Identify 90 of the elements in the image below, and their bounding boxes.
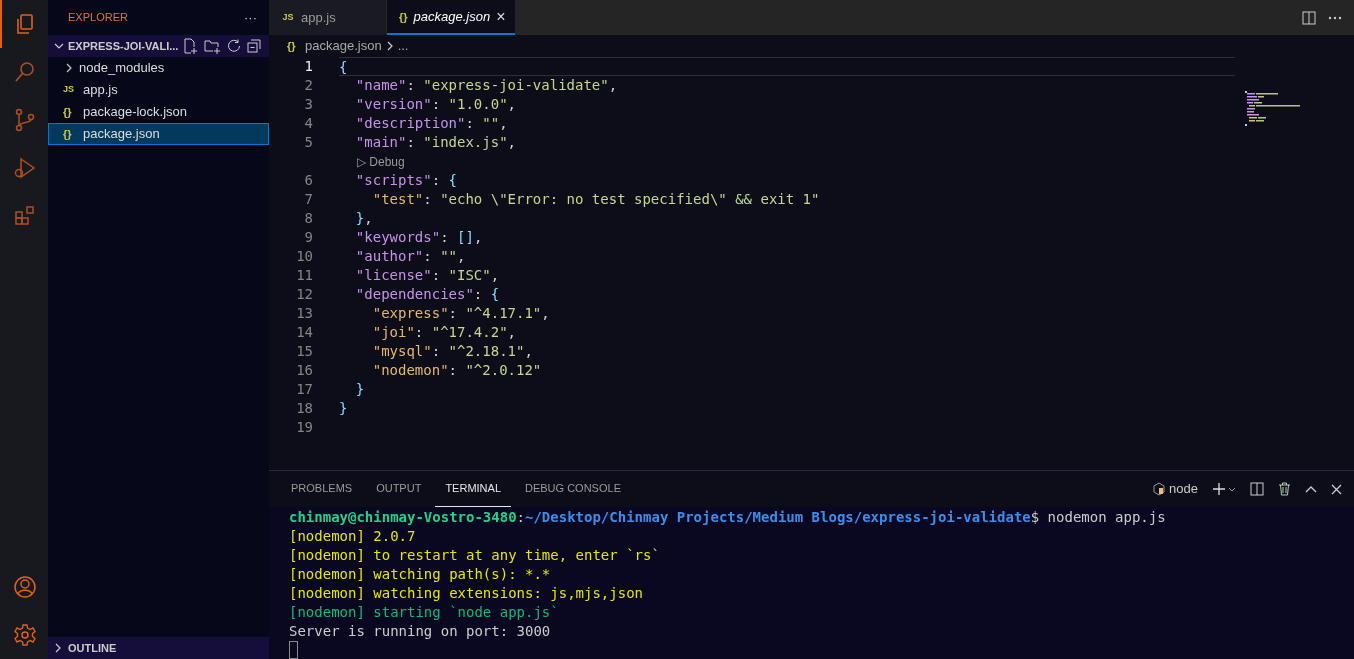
json-file-icon: {} — [287, 37, 301, 55]
more-button[interactable]: ··· — [244, 7, 257, 28]
code-line: } — [354, 380, 366, 399]
terminal-line: [nodemon] watching path(s): *.* — [289, 565, 552, 584]
breadcrumb-item[interactable]: ... — [397, 36, 409, 56]
chevron-right-icon — [65, 63, 73, 73]
js-file-icon: JS — [63, 83, 77, 97]
panel-tab[interactable]: PROBLEMS — [281, 471, 363, 507]
chevron-down-icon — [54, 42, 64, 50]
code-line: { — [339, 57, 1235, 76]
line-number: 17 — [295, 380, 313, 399]
line-number: 3 — [303, 95, 313, 114]
sidebar-title: EXPLORER — [68, 10, 128, 26]
chevron-up-icon[interactable] — [1305, 485, 1317, 493]
close-icon[interactable] — [1331, 483, 1342, 495]
terminal-line: [nodemon] 2.0.7 — [289, 527, 417, 546]
line-number: 7 — [303, 190, 313, 209]
code-line: "name": "express-joi-validate", — [354, 76, 619, 95]
editor-tab[interactable]: JS app.js — [269, 0, 387, 35]
code-line: } — [339, 399, 349, 418]
line-number: 13 — [295, 304, 313, 323]
source-control-icon[interactable] — [13, 108, 37, 132]
tree-item[interactable]: JS app.js — [48, 79, 269, 101]
terminal-cube-icon — [1153, 482, 1166, 496]
json-file-icon: {} — [63, 125, 77, 143]
line-number: 9 — [303, 228, 313, 247]
more-icon[interactable] — [1328, 15, 1342, 20]
extensions-icon[interactable] — [13, 204, 37, 228]
search-icon[interactable] — [13, 60, 37, 84]
code-line: "description": "", — [354, 114, 509, 133]
line-number: 18 — [295, 399, 313, 418]
panel-tab[interactable]: TERMINAL — [435, 471, 511, 507]
line-number: 2 — [303, 76, 313, 95]
terminal-line: [nodemon] starting `node app.js` — [289, 603, 560, 622]
tree-item[interactable]: {} package-lock.json — [48, 101, 269, 123]
line-number: 4 — [303, 114, 313, 133]
code-line: "mysql": "^2.18.1", — [371, 342, 534, 361]
debug-codelens[interactable]: ▷ Debug — [357, 152, 405, 171]
code-line: "author": "", — [354, 247, 467, 266]
chevron-right-icon — [385, 41, 394, 51]
code-line: "license": "ISC", — [354, 266, 501, 285]
panel-tab[interactable]: OUTPUT — [366, 471, 432, 507]
chevron-right-icon — [54, 643, 62, 653]
code-line: "main": "index.js", — [354, 133, 518, 152]
tree-item[interactable]: node_modules — [48, 57, 269, 79]
new-folder-icon[interactable] — [204, 38, 221, 54]
line-number: 6 — [303, 171, 313, 190]
line-number: 14 — [295, 323, 313, 342]
line-number: 12 — [295, 285, 313, 304]
collapse-all-icon[interactable] — [247, 39, 261, 53]
line-number: 15 — [295, 342, 313, 361]
line-number: 16 — [295, 361, 313, 380]
split-terminal-icon[interactable] — [1250, 482, 1264, 496]
line-number: 8 — [303, 209, 313, 228]
code-line: "express": "^4.17.1", — [371, 304, 551, 323]
breadcrumb-item[interactable]: package.json — [305, 36, 382, 56]
code-line: "keywords": [], — [354, 228, 484, 247]
run-debug-icon[interactable] — [13, 156, 37, 180]
line-number: 10 — [295, 247, 313, 266]
line-number: 11 — [295, 266, 313, 285]
line-number: 19 — [295, 418, 313, 437]
trash-icon[interactable] — [1278, 482, 1291, 496]
json-file-icon: {} — [63, 103, 77, 121]
refresh-icon[interactable] — [227, 39, 241, 53]
terminal-line: Server is running on port: 3000 — [289, 622, 552, 641]
code-line: }, — [354, 209, 374, 228]
account-icon[interactable] — [13, 575, 37, 599]
code-line: "version": "1.0.0", — [354, 95, 518, 114]
terminal-line: [nodemon] watching extensions: js,mjs,json — [289, 584, 644, 603]
editor-tab[interactable]: {} package.json × — [387, 0, 515, 35]
outline-header[interactable]: OUTLINE — [48, 637, 269, 659]
code-line: "dependencies": { — [354, 285, 501, 304]
code-line: "test": "echo \"Error: no test specified\" && exit 1" — [371, 190, 821, 209]
line-number: 5 — [303, 133, 313, 152]
terminal-line: [nodemon] to restart at any time, enter `rs` — [289, 546, 661, 565]
split-editor-icon[interactable] — [1302, 10, 1316, 25]
code-line: "scripts": { — [354, 171, 458, 190]
close-icon[interactable]: × — [496, 9, 506, 25]
new-terminal-icon[interactable] — [1212, 482, 1236, 496]
code-line: "nodemon": "^2.0.12" — [371, 361, 543, 380]
js-file-icon: JS — [281, 10, 295, 25]
settings-icon[interactable] — [13, 623, 37, 647]
json-file-icon: {} — [399, 8, 408, 26]
terminal-name[interactable]: node — [1169, 479, 1198, 499]
terminal-line: chinmay@chinmay-Vostro-3480:~/Desktop/Chinmay Projects/Medium Blogs/express-joi-validate$ nodemon app.js — [289, 508, 1167, 527]
panel-tab[interactable]: DEBUG CONSOLE — [515, 471, 631, 507]
tree-item[interactable]: {} package.json — [48, 123, 269, 145]
line-number: 1 — [303, 57, 313, 76]
new-file-icon[interactable] — [184, 38, 198, 54]
code-line: "joi": "^17.4.2", — [371, 323, 517, 342]
